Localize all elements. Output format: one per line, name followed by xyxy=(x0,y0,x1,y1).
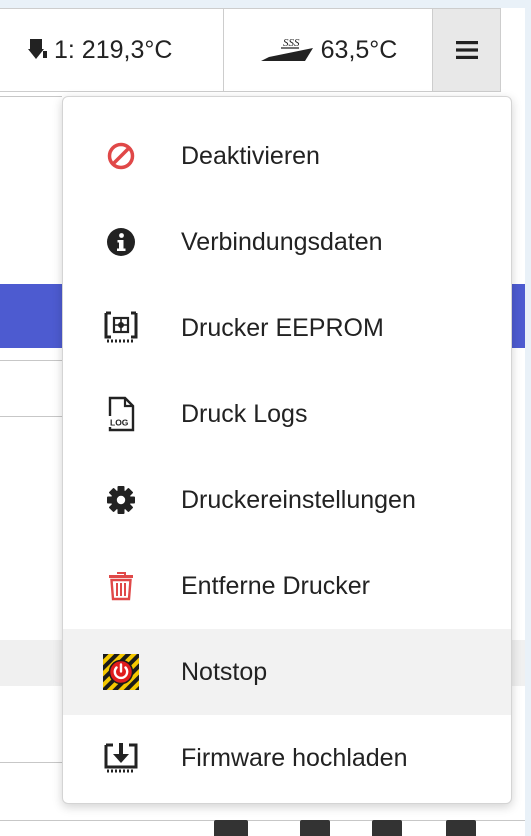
menu-item-druck-logs[interactable]: LOG Druck Logs xyxy=(63,371,511,457)
divider xyxy=(0,96,62,97)
bed-temperature-label: 63,5°C xyxy=(320,35,398,64)
printer-toolbar: 1: 219,3°C SSS 63,5°C xyxy=(0,8,501,92)
menu-toggle-button[interactable] xyxy=(432,8,501,92)
menu-item-label: Druck Logs xyxy=(181,399,308,428)
hamburger-menu-icon xyxy=(455,41,478,59)
heated-bed-icon: SSS xyxy=(260,37,313,61)
menu-item-label: Entferne Drucker xyxy=(181,571,370,600)
divider xyxy=(0,762,62,763)
info-icon xyxy=(103,224,139,260)
menu-item-notstop[interactable]: Notstop xyxy=(63,629,511,715)
menu-item-label: Verbindungsdaten xyxy=(181,227,383,256)
menu-item-label: Notstop xyxy=(181,657,268,686)
bottom-toolbar-icon[interactable] xyxy=(214,820,248,836)
trash-icon xyxy=(103,568,139,604)
menu-item-drucker-eeprom[interactable]: Drucker EEPROM xyxy=(63,285,511,371)
bed-temperature-button[interactable]: SSS 63,5°C xyxy=(223,8,432,92)
divider xyxy=(0,360,62,361)
printer-dropdown-menu: Deaktivieren Verbindungsdaten Drucker EE… xyxy=(62,96,512,804)
bottom-toolbar-icon[interactable] xyxy=(372,820,402,836)
extruder-icon xyxy=(28,39,47,59)
svg-text:LOG: LOG xyxy=(110,418,129,428)
menu-item-druckereinstellungen[interactable]: Druckereinstellungen xyxy=(63,457,511,543)
menu-item-deaktivieren[interactable]: Deaktivieren xyxy=(63,113,511,199)
bottom-toolbar-icon[interactable] xyxy=(446,820,476,836)
extruder-temperature-label: 1: 219,3°C xyxy=(54,35,173,64)
extruder-temperature-button[interactable]: 1: 219,3°C xyxy=(0,8,223,92)
menu-item-label: Druckereinstellungen xyxy=(181,485,416,514)
bottom-toolbar-icon[interactable] xyxy=(300,820,330,836)
menu-item-firmware-hochladen[interactable]: Firmware hochladen xyxy=(63,715,511,801)
menu-item-entferne-drucker[interactable]: Entferne Drucker xyxy=(63,543,511,629)
menu-item-verbindungsdaten[interactable]: Verbindungsdaten xyxy=(63,199,511,285)
log-file-icon: LOG xyxy=(103,396,139,432)
bed-heat-waves: SSS xyxy=(283,37,300,49)
firmware-upload-icon xyxy=(103,740,139,776)
gear-icon xyxy=(103,482,139,518)
menu-item-label: Firmware hochladen xyxy=(181,743,408,772)
divider xyxy=(0,416,62,417)
eeprom-chip-icon xyxy=(103,310,139,346)
disable-icon xyxy=(103,138,139,174)
menu-item-label: Drucker EEPROM xyxy=(181,313,384,342)
emergency-stop-icon xyxy=(103,654,139,690)
menu-item-label: Deaktivieren xyxy=(181,141,320,170)
